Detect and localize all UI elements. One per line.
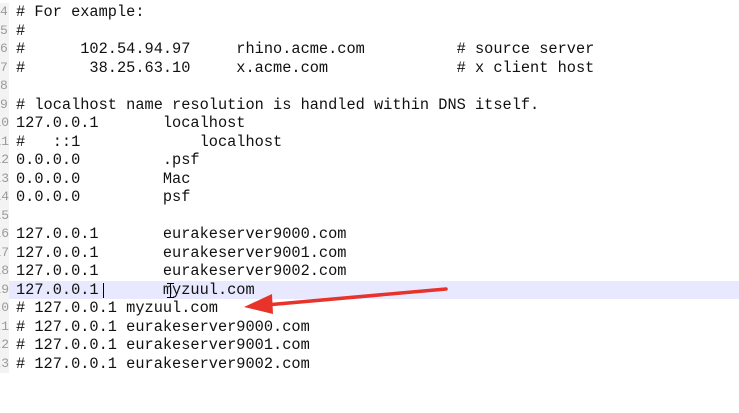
- line-number: 8: [0, 77, 9, 96]
- editor-line[interactable]: 18 127.0.0.1 eurakeserver9002.com: [0, 262, 739, 281]
- editor-line[interactable]: 4 # For example:: [0, 3, 739, 22]
- line-number: 12: [0, 151, 9, 170]
- current-line[interactable]: 19 127.0.0.1 myzuul.com: [0, 280, 739, 299]
- editor-line[interactable]: 7 # 38.25.63.10 x.acme.com # x client hos…: [0, 58, 739, 77]
- line-text: #: [16, 21, 26, 40]
- line-text: 0.0.0.0 psf: [16, 188, 191, 206]
- line-text: # 127.0.0.1 eurakeserver9001.com: [16, 336, 310, 354]
- editor-line[interactable]: 17 127.0.0.1 eurakeserver9001.com: [0, 243, 739, 262]
- text-caret: [103, 282, 104, 298]
- editor-line[interactable]: 14 0.0.0.0 psf: [0, 188, 739, 207]
- line-number: 11: [0, 132, 9, 151]
- line-number: 21: [0, 317, 9, 336]
- text-editor[interactable]: 4 # For example: 5 #6 # 102.54.94.97 rhino.a…: [0, 3, 739, 373]
- editor-line[interactable]: 9 # localhost name resolution is handled …: [0, 95, 739, 114]
- line-text: 127.0.0.1 myzuul.com: [16, 280, 255, 299]
- editor-line[interactable]: 16 127.0.0.1 eurakeserver9000.com: [0, 225, 739, 244]
- line-number: 20: [0, 299, 9, 318]
- line-number: 6: [0, 40, 9, 59]
- line-number: 14: [0, 188, 9, 207]
- line-number: 22: [0, 336, 9, 355]
- line-number: 15: [0, 206, 9, 225]
- editor-line[interactable]: 21 # 127.0.0.1 eurakeserver9000.com: [0, 317, 739, 336]
- editor-line[interactable]: 23 # 127.0.0.1 eurakeserver9002.com: [0, 354, 739, 373]
- line-text: 127.0.0.1 eurakeserver9001.com: [16, 243, 347, 262]
- line-text: # 38.25.63.10 x.acme.com # x client host: [16, 58, 595, 77]
- editor-line[interactable]: 13 0.0.0.0 Mac: [0, 169, 739, 188]
- editor-line[interactable]: 12 0.0.0.0 .psf: [0, 151, 739, 170]
- editor-line[interactable]: 11 # ::1 localhost: [0, 132, 739, 151]
- editor-line[interactable]: 20 # 127.0.0.1 myzuul.com: [0, 299, 739, 318]
- line-text: 0.0.0.0 .psf: [16, 151, 200, 169]
- editor-line[interactable]: 15: [0, 206, 739, 225]
- line-text: # 127.0.0.1 myzuul.com: [16, 299, 218, 317]
- line-text: # For example:: [16, 3, 145, 21]
- line-number: 10: [0, 114, 9, 133]
- editor-line[interactable]: 22 # 127.0.0.1 eurakeserver9001.com: [0, 336, 739, 355]
- line-number: 19: [0, 280, 9, 299]
- line-number: 4: [0, 3, 9, 22]
- line-number: 7: [0, 58, 9, 77]
- line-number: 17: [0, 243, 9, 262]
- ibeam-cursor-icon: [166, 282, 175, 299]
- editor-line[interactable]: 10 127.0.0.1 localhost: [0, 114, 739, 133]
- editor-line[interactable]: 5 #: [0, 21, 739, 40]
- editor-line[interactable]: 6 # 102.54.94.97 rhino.acme.com # source …: [0, 40, 739, 59]
- line-text: # ::1 localhost: [16, 132, 283, 151]
- line-text: 127.0.0.1 localhost: [16, 114, 246, 132]
- line-text: # 102.54.94.97 rhino.acme.com # source s…: [16, 40, 595, 58]
- line-text: # localhost name resolution is handled w…: [16, 95, 540, 114]
- line-number: 18: [0, 262, 9, 281]
- line-text: # 127.0.0.1 eurakeserver9002.com: [16, 354, 310, 373]
- line-number: 5: [0, 21, 9, 40]
- line-number: 16: [0, 225, 9, 244]
- line-text: # 127.0.0.1 eurakeserver9000.com: [16, 317, 310, 336]
- line-text: 127.0.0.1 eurakeserver9000.com: [16, 225, 347, 243]
- line-number: 23: [0, 354, 9, 373]
- line-text: 0.0.0.0 Mac: [16, 169, 191, 188]
- editor-line[interactable]: 8: [0, 77, 739, 96]
- line-text: 127.0.0.1 eurakeserver9002.com: [16, 262, 347, 280]
- line-number: 13: [0, 169, 9, 188]
- line-number: 9: [0, 95, 9, 114]
